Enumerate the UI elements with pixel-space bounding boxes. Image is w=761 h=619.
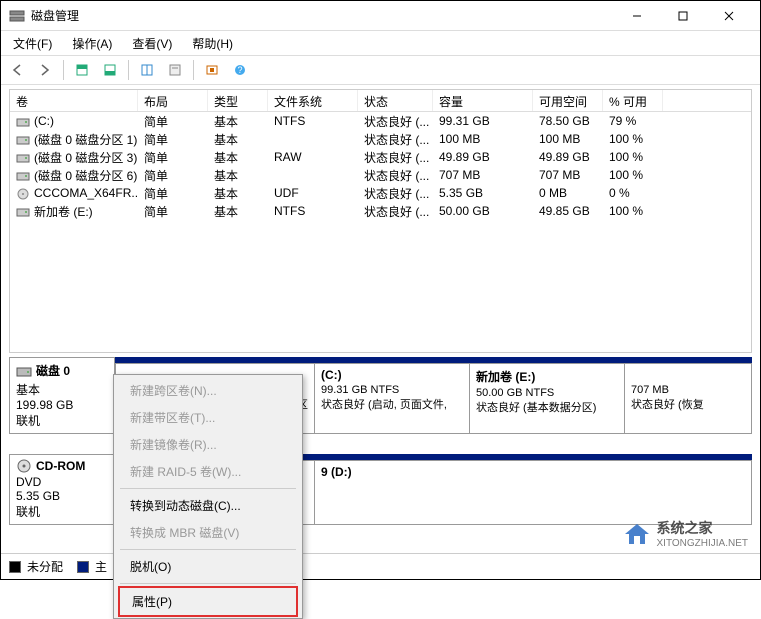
- disk-0-type: 基本: [16, 381, 108, 398]
- disk-0-header[interactable]: 磁盘 0 基本 199.98 GB 联机: [9, 357, 115, 434]
- disk-0-status: 联机: [16, 412, 108, 429]
- drive-icon: [16, 116, 30, 128]
- cdrom-title: CD-ROM: [36, 459, 85, 473]
- watermark-name: 系统之家: [657, 518, 749, 538]
- volume-row[interactable]: 新加卷 (E:)简单基本NTFS状态良好 (...50.00 GB49.85 G…: [10, 202, 751, 220]
- volume-list-header: 卷 布局 类型 文件系统 状态 容量 可用空间 % 可用: [10, 90, 751, 112]
- menu-file[interactable]: 文件(F): [9, 33, 56, 54]
- window-title: 磁盘管理: [31, 7, 614, 24]
- cdrom-size: 5.35 GB: [16, 489, 108, 503]
- volume-row[interactable]: CCCOMA_X64FR...简单基本UDF状态良好 (...5.35 GB0 …: [10, 184, 751, 202]
- toolbar: ?: [1, 55, 760, 85]
- close-button[interactable]: [706, 1, 752, 31]
- menu-new-raid5: 新建 RAID-5 卷(W)...: [116, 458, 300, 485]
- legend-swatch-primary: [77, 561, 89, 573]
- col-volume[interactable]: 卷: [10, 90, 138, 111]
- cdrom-icon: [16, 459, 32, 473]
- legend-swatch-unallocated: [9, 561, 21, 573]
- view-top-button[interactable]: [70, 58, 94, 82]
- col-layout[interactable]: 布局: [138, 90, 208, 111]
- minimize-button[interactable]: [614, 1, 660, 31]
- menu-convert-dynamic[interactable]: 转换到动态磁盘(C)...: [116, 492, 300, 519]
- menu-view[interactable]: 查看(V): [128, 33, 176, 54]
- svg-text:?: ?: [237, 65, 242, 75]
- forward-button[interactable]: [33, 58, 57, 82]
- disk-0-title: 磁盘 0: [36, 362, 70, 379]
- context-menu: 新建跨区卷(N)... 新建带区卷(T)... 新建镜像卷(R)... 新建 R…: [113, 374, 303, 619]
- maximize-button[interactable]: [660, 1, 706, 31]
- help-button[interactable]: ?: [228, 58, 252, 82]
- menubar: 文件(F) 操作(A) 查看(V) 帮助(H): [1, 31, 760, 55]
- cdrom-status: 联机: [16, 503, 108, 520]
- menu-new-mirrored: 新建镜像卷(R)...: [116, 431, 300, 458]
- cd-icon: [16, 188, 30, 200]
- drive-icon: [16, 170, 30, 182]
- watermark: 系统之家 XITONGZHIJIA.NET: [623, 518, 749, 549]
- volume-list[interactable]: 卷 布局 类型 文件系统 状态 容量 可用空间 % 可用 (C:)简单基本NTF…: [9, 89, 752, 353]
- legend-unallocated: 未分配: [27, 558, 63, 575]
- refresh-button[interactable]: [135, 58, 159, 82]
- house-icon: [623, 522, 651, 546]
- menu-properties[interactable]: 属性(P): [118, 586, 298, 617]
- partition-c[interactable]: (C:) 99.31 GB NTFS 状态良好 (启动, 页面文件,: [315, 363, 470, 434]
- menu-offline[interactable]: 脱机(O): [116, 553, 300, 580]
- partition-d[interactable]: 9 (D:): [315, 460, 752, 525]
- menu-help[interactable]: 帮助(H): [188, 33, 237, 54]
- menu-new-spanned: 新建跨区卷(N)...: [116, 377, 300, 404]
- volume-row[interactable]: (磁盘 0 磁盘分区 1)简单基本状态良好 (...100 MB100 MB10…: [10, 130, 751, 148]
- partition-e[interactable]: 新加卷 (E:) 50.00 GB NTFS 状态良好 (基本数据分区): [470, 363, 625, 434]
- drive-icon: [16, 134, 30, 146]
- drive-icon: [16, 206, 30, 218]
- view-bottom-button[interactable]: [98, 58, 122, 82]
- volume-row[interactable]: (C:)简单基本NTFS状态良好 (...99.31 GB78.50 GB79 …: [10, 112, 751, 130]
- partition-707[interactable]: 707 MB 状态良好 (恢复: [625, 363, 752, 434]
- disk-icon: [16, 364, 32, 378]
- disk-0-size: 199.98 GB: [16, 398, 108, 412]
- volume-row[interactable]: (磁盘 0 磁盘分区 3)简单基本RAW状态良好 (...49.89 GB49.…: [10, 148, 751, 166]
- watermark-url: XITONGZHIJIA.NET: [657, 538, 749, 549]
- volume-row[interactable]: (磁盘 0 磁盘分区 6)简单基本状态良好 (...707 MB707 MB10…: [10, 166, 751, 184]
- menu-new-striped: 新建带区卷(T)...: [116, 404, 300, 431]
- legend-primary: 主: [95, 558, 107, 575]
- drive-icon: [16, 152, 30, 164]
- cdrom-type: DVD: [16, 475, 108, 489]
- menu-action[interactable]: 操作(A): [68, 33, 116, 54]
- col-status[interactable]: 状态: [358, 90, 433, 111]
- cdrom-header[interactable]: CD-ROM DVD 5.35 GB 联机: [9, 454, 115, 525]
- window-titlebar: 磁盘管理: [1, 1, 760, 31]
- back-button[interactable]: [5, 58, 29, 82]
- disk-mgmt-icon: [9, 8, 25, 24]
- settings-button[interactable]: [200, 58, 224, 82]
- menu-convert-mbr: 转换成 MBR 磁盘(V): [116, 519, 300, 546]
- col-pctfree[interactable]: % 可用: [603, 90, 663, 111]
- properties-button[interactable]: [163, 58, 187, 82]
- col-capacity[interactable]: 容量: [433, 90, 533, 111]
- col-type[interactable]: 类型: [208, 90, 268, 111]
- col-free[interactable]: 可用空间: [533, 90, 603, 111]
- col-filesystem[interactable]: 文件系统: [268, 90, 358, 111]
